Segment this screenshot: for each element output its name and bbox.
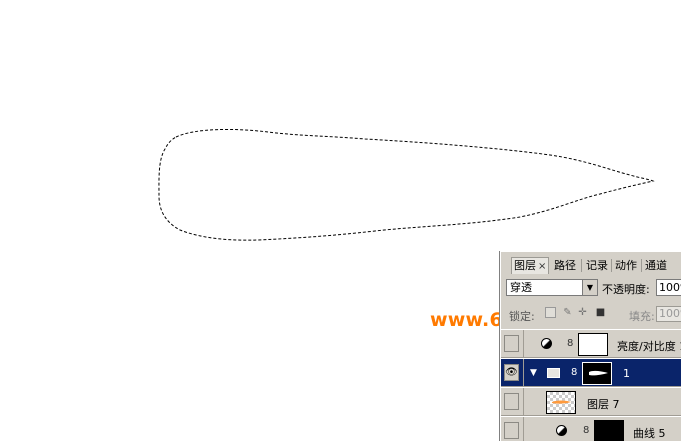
chain-link-icon[interactable]: 8 bbox=[571, 366, 577, 379]
visibility-toggle[interactable]: 👁 bbox=[504, 364, 519, 381]
chain-link-icon[interactable]: 8 bbox=[583, 424, 589, 437]
row-divider bbox=[523, 359, 524, 388]
layer-row-selected[interactable]: 👁 ▼ 8 1 bbox=[501, 358, 681, 388]
opacity-field[interactable]: 100% bbox=[656, 279, 681, 296]
layer-name: 曲线 5 bbox=[633, 427, 666, 440]
tab-separator bbox=[611, 259, 612, 272]
chevron-down-icon[interactable]: ▼ bbox=[582, 280, 597, 295]
tab-separator bbox=[581, 259, 582, 272]
row-divider bbox=[523, 330, 524, 359]
layer-thumbnail[interactable] bbox=[546, 391, 576, 414]
expand-triangle-icon[interactable]: ▼ bbox=[530, 368, 537, 378]
visibility-toggle[interactable] bbox=[504, 393, 519, 410]
layer-name: 亮度/对比度 1 bbox=[617, 340, 681, 353]
tab-history[interactable]: 记录 bbox=[584, 258, 610, 274]
group-mask-thumbnail[interactable] bbox=[582, 362, 612, 385]
visibility-toggle[interactable] bbox=[504, 422, 519, 439]
folder-icon bbox=[547, 368, 560, 378]
tab-layers[interactable]: 图层 × bbox=[511, 257, 550, 274]
visibility-toggle[interactable] bbox=[504, 335, 519, 352]
adjustment-layer-icon bbox=[541, 338, 552, 349]
layer-mask-thumbnail[interactable] bbox=[594, 420, 624, 441]
blend-mode-select[interactable]: 穿透 ▼ bbox=[506, 279, 598, 296]
layers-panel: 图层× 路径 记录 动作 通道 穿透 ▼ 不透明度: 100% 锁定: ✎ ✛ … bbox=[500, 251, 681, 441]
panel-tabbar: 图层 × 路径 记录 动作 通道 bbox=[501, 252, 681, 274]
row-divider bbox=[523, 388, 524, 417]
chain-link-icon[interactable]: 8 bbox=[567, 337, 573, 350]
adjustment-layer-icon bbox=[556, 425, 567, 436]
blend-mode-value: 穿透 bbox=[510, 281, 532, 294]
lock-transparency-icon[interactable] bbox=[545, 307, 556, 318]
row-divider bbox=[523, 417, 524, 441]
layer-row[interactable]: 图层 7 bbox=[501, 387, 681, 417]
layer-name: 1 bbox=[623, 367, 630, 380]
tab-separator bbox=[641, 259, 642, 272]
layer-content-shape bbox=[552, 400, 571, 404]
lock-label: 锁定: bbox=[509, 310, 535, 323]
fill-field[interactable]: 100% bbox=[656, 306, 681, 322]
tab-channels[interactable]: 通道 bbox=[643, 258, 669, 274]
opacity-label: 不透明度: bbox=[602, 283, 650, 296]
layer-mask-thumbnail[interactable] bbox=[578, 333, 608, 356]
layer-row[interactable]: 8 亮度/对比度 1 bbox=[501, 329, 681, 359]
eye-icon: 👁 bbox=[505, 367, 518, 378]
layer-name: 图层 7 bbox=[587, 398, 620, 411]
tab-paths[interactable]: 路径 bbox=[552, 258, 578, 274]
tab-actions[interactable]: 动作 bbox=[613, 258, 639, 274]
mask-shape bbox=[589, 370, 608, 376]
layer-row[interactable]: 8 曲线 5 bbox=[501, 416, 681, 441]
lock-move-icon[interactable]: ✛ bbox=[577, 307, 588, 318]
tab-layers-label: 图层 bbox=[514, 259, 536, 272]
lock-brush-icon[interactable]: ✎ bbox=[562, 307, 573, 318]
tab-close-icon[interactable]: × bbox=[538, 261, 546, 272]
lock-all-icon[interactable]: ■ bbox=[595, 307, 606, 318]
fill-label: 填充: bbox=[629, 310, 655, 323]
